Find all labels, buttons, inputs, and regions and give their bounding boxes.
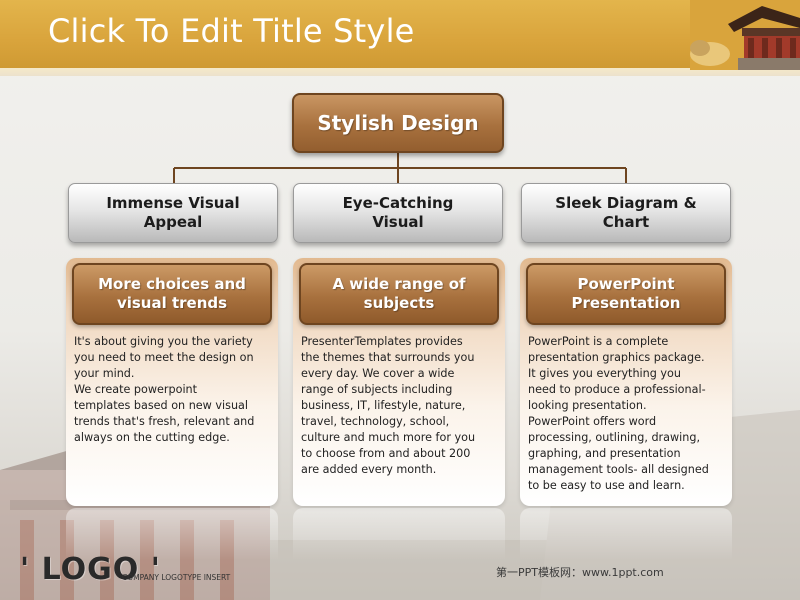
column-body-text-1[interactable]: It's about giving you the variety you ne…: [74, 334, 274, 494]
column-reflection-2: [293, 508, 505, 560]
subheading-label-3: PowerPoint Presentation: [571, 275, 681, 312]
pagoda-icon: [690, 0, 800, 70]
column-panel-2: A wide range of subjects PresenterTempla…: [293, 258, 505, 506]
watermark-text: 第一PPT模板网：www.1ppt.com: [496, 566, 664, 579]
heading-label-1: Immense Visual Appeal: [106, 194, 240, 231]
heading-box-1[interactable]: Immense Visual Appeal: [68, 183, 278, 243]
subheading-box-2[interactable]: A wide range of subjects: [299, 263, 499, 325]
column-panel-3: PowerPoint Presentation PowerPoint is a …: [520, 258, 732, 506]
subheading-label-1: More choices and visual trends: [98, 275, 246, 312]
column-body-text-2[interactable]: PresenterTemplates provides the themes t…: [301, 334, 501, 494]
column-reflection-3: [520, 508, 732, 560]
column-body-text-3[interactable]: PowerPoint is a complete presentation gr…: [528, 334, 728, 494]
heading-box-3[interactable]: Sleek Diagram & Chart: [521, 183, 731, 243]
subheading-label-2: A wide range of subjects: [332, 275, 466, 312]
heading-label-2: Eye-Catching Visual: [342, 194, 454, 231]
subheading-box-1[interactable]: More choices and visual trends: [72, 263, 272, 325]
heading-label-3: Sleek Diagram & Chart: [555, 194, 697, 231]
slide-title[interactable]: Click To Edit Title Style: [48, 12, 415, 50]
heading-box-2[interactable]: Eye-Catching Visual: [293, 183, 503, 243]
logo-tagline: COMPANY LOGOTYPE INSERT: [122, 573, 231, 582]
root-node-label: Stylish Design: [317, 111, 479, 135]
column-panel-1: More choices and visual trends It's abou…: [66, 258, 278, 506]
header-divider: [0, 68, 800, 76]
subheading-box-3[interactable]: PowerPoint Presentation: [526, 263, 726, 325]
root-node-box[interactable]: Stylish Design: [292, 93, 504, 153]
